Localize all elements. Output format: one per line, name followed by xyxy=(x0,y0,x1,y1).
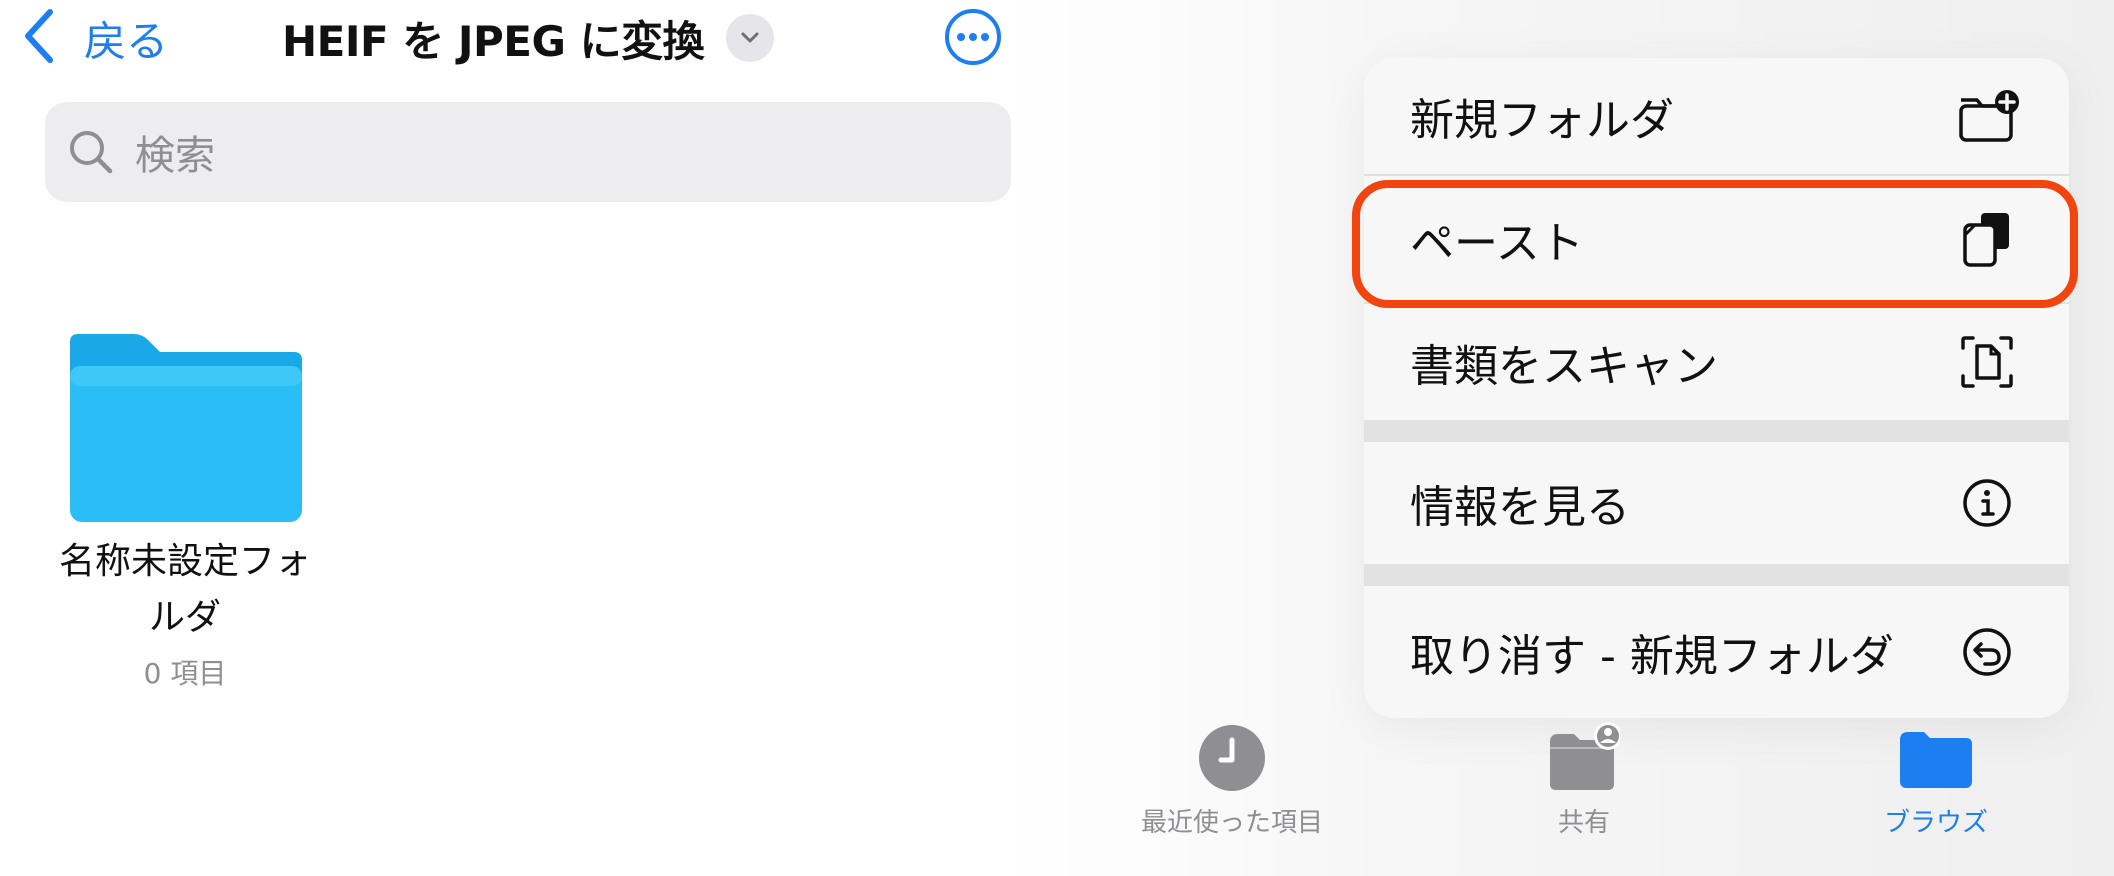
context-menu: 新規フォルダ ペースト 書類をスキャン 情報を見る 取り消す - 新規フォルダ xyxy=(1364,58,2069,718)
ellipsis-circle-icon xyxy=(945,9,1001,65)
menu-item-undo-new-folder[interactable]: 取り消す - 新規フォルダ xyxy=(1364,586,2069,718)
menu-section-divider xyxy=(1364,420,2069,442)
back-label: 戻る xyxy=(84,16,169,66)
search-field[interactable]: 検索 xyxy=(45,102,1011,202)
folder-name-line1: 名称未設定フォ xyxy=(58,541,311,582)
folder-icon xyxy=(70,334,302,522)
menu-item-label: 取り消す - 新規フォルダ xyxy=(1410,631,1894,682)
more-options-button[interactable] xyxy=(944,8,1002,66)
new-folder-icon xyxy=(1955,84,2019,148)
undo-icon xyxy=(1955,620,2019,684)
tab-shared[interactable]: 共有 xyxy=(1474,722,1694,839)
search-placeholder: 検索 xyxy=(135,133,215,179)
menu-item-label: 書類をスキャン xyxy=(1410,341,1718,392)
search-icon xyxy=(70,131,113,174)
paste-icon xyxy=(1955,207,2019,271)
folder-name-line2: ルダ xyxy=(148,597,221,638)
menu-item-label: 情報を見る xyxy=(1410,482,1630,533)
page-title: HEIF を JPEG に変換 xyxy=(282,16,705,66)
menu-item-new-folder[interactable]: 新規フォルダ xyxy=(1364,58,2069,174)
clock-icon xyxy=(1199,725,1265,791)
title-menu-button[interactable] xyxy=(726,14,775,62)
tab-browse[interactable]: ブラウズ xyxy=(1826,722,2046,839)
folder-item-count: 0 項目 xyxy=(143,657,227,690)
menu-item-scan-documents[interactable]: 書類をスキャン xyxy=(1364,304,2069,420)
folder-icon xyxy=(1900,732,1972,788)
menu-section-divider xyxy=(1364,564,2069,586)
chevron-down-icon xyxy=(741,32,759,43)
scan-document-icon xyxy=(1955,330,2019,394)
menu-item-get-info[interactable]: 情報を見る xyxy=(1364,442,2069,564)
folder-item[interactable]: 名称未設定フォ ルダ 0 項目 xyxy=(40,330,330,692)
info-icon xyxy=(1955,471,2019,535)
menu-item-label: ペースト xyxy=(1410,218,1584,269)
page-title-group[interactable]: HEIF を JPEG に変換 xyxy=(282,8,775,68)
tab-recents[interactable]: 最近使った項目 xyxy=(1122,722,1342,839)
chevron-left-icon xyxy=(22,8,56,68)
menu-item-label: 新規フォルダ xyxy=(1410,95,1674,146)
tab-label: 共有 xyxy=(1557,808,1610,838)
menu-item-paste[interactable]: ペースト xyxy=(1364,176,2069,302)
tab-label: ブラウズ xyxy=(1883,808,1988,838)
shared-folder-icon xyxy=(1550,722,1620,790)
back-button[interactable]: 戻る xyxy=(22,8,168,68)
tab-label: 最近使った項目 xyxy=(1140,808,1323,838)
